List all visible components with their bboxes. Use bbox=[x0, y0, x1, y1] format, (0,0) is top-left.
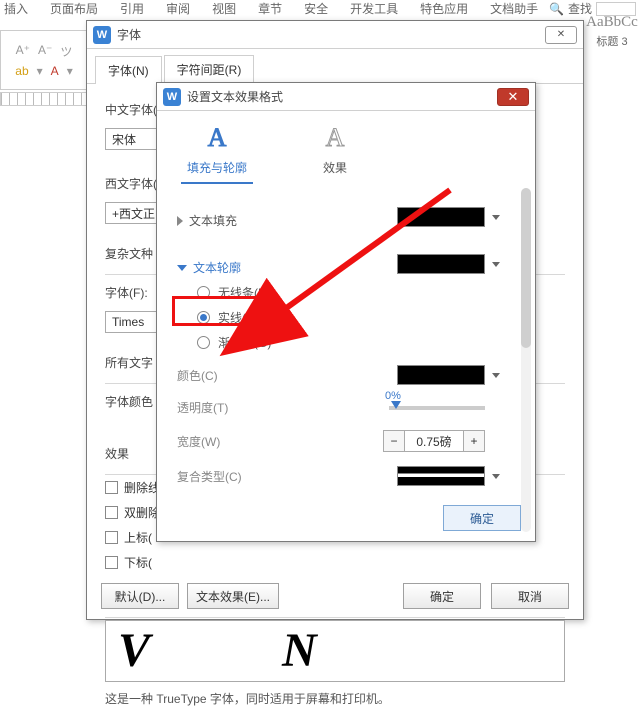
chevron-down-icon bbox=[492, 373, 500, 378]
button-default[interactable]: 默认(D)... bbox=[101, 583, 179, 609]
annotation-highlight bbox=[172, 296, 272, 326]
width-stepper[interactable]: − 0.75磅 + bbox=[383, 430, 485, 452]
label-all-text: 所有文字 bbox=[105, 354, 153, 371]
dialog-title: 设置文本效果格式 bbox=[187, 88, 497, 105]
close-button[interactable]: ✕ bbox=[545, 26, 577, 44]
toolbar-fragment: A⁺A⁻ツ ab▾A▾ bbox=[0, 30, 88, 90]
close-button[interactable]: ✕ bbox=[497, 88, 529, 106]
label-width: 宽度(W) bbox=[177, 433, 220, 450]
dialog-buttons: 默认(D)... 文本效果(E)... 确定 取消 bbox=[101, 583, 569, 609]
chevron-down-icon bbox=[492, 215, 500, 220]
chevron-down-icon bbox=[492, 474, 500, 479]
label-compound: 复合类型(C) bbox=[177, 468, 242, 485]
minus-button[interactable]: − bbox=[383, 430, 405, 452]
plus-button[interactable]: + bbox=[463, 430, 485, 452]
compound-type-picker[interactable] bbox=[397, 466, 485, 486]
preview-box: V N bbox=[105, 620, 565, 682]
outline-color-swatch[interactable] bbox=[397, 254, 485, 274]
app-icon: W bbox=[93, 26, 111, 44]
titlebar-font: W 字体 ✕ bbox=[87, 21, 583, 49]
label-color: 颜色(C) bbox=[177, 367, 218, 384]
transparency-slider[interactable]: 0% bbox=[389, 406, 485, 410]
chevron-down-icon bbox=[177, 265, 187, 271]
font-tabs: 字体(N) 字符间距(R) bbox=[87, 49, 583, 84]
button-cancel[interactable]: 取消 bbox=[491, 583, 569, 609]
checkbox-sub[interactable]: 下标( bbox=[105, 554, 565, 571]
chevron-down-icon bbox=[492, 262, 500, 267]
label-complex: 复杂文种 bbox=[105, 245, 153, 262]
label-transparency: 透明度(T) bbox=[177, 399, 228, 416]
letter-a-icon: A bbox=[326, 123, 345, 153]
label-effects: 效果 bbox=[105, 445, 129, 462]
radio-gradient-line[interactable]: 渐变线(G) bbox=[197, 334, 515, 351]
tab-fill-outline[interactable]: A 填充与轮廓 bbox=[181, 123, 253, 184]
button-text-effect[interactable]: 文本效果(E)... bbox=[187, 583, 279, 609]
tab-spacing[interactable]: 字符间距(R) bbox=[164, 55, 255, 83]
section-text-fill[interactable]: 文本填充 bbox=[177, 212, 237, 229]
color-picker[interactable] bbox=[397, 365, 485, 385]
dialog-title: 字体 bbox=[117, 26, 545, 43]
titlebar-effect: W 设置文本效果格式 ✕ bbox=[157, 83, 535, 111]
effect-tabs: A 填充与轮廓 A 效果 bbox=[157, 111, 535, 184]
style-preview: AaBbCc 标题 3 bbox=[584, 14, 640, 49]
app-menu: 插入页面布局引用审阅视图章节安全开发工具特色应用文档助手 bbox=[0, 0, 640, 14]
tab-font[interactable]: 字体(N) bbox=[95, 56, 162, 84]
app-icon: W bbox=[163, 88, 181, 106]
effect-dialog-footer: 确定 bbox=[443, 505, 521, 531]
scrollbar[interactable] bbox=[521, 188, 531, 532]
ruler bbox=[0, 92, 88, 106]
fill-color-swatch[interactable] bbox=[397, 207, 485, 227]
label-complex-font: 字体(F): bbox=[105, 284, 148, 301]
search-icon: 🔍 bbox=[549, 2, 564, 16]
tab-effects[interactable]: A 效果 bbox=[299, 123, 371, 184]
chevron-right-icon bbox=[177, 216, 183, 226]
label-font-color: 字体颜色 bbox=[105, 393, 153, 410]
width-value: 0.75磅 bbox=[405, 430, 463, 452]
section-text-outline[interactable]: 文本轮廓 bbox=[177, 259, 241, 276]
letter-a-outline-icon: A bbox=[208, 123, 227, 153]
button-ok[interactable]: 确定 bbox=[443, 505, 521, 531]
hint-text: 这是一种 TrueType 字体，同时适用于屏幕和打印机。 bbox=[105, 690, 565, 707]
button-ok[interactable]: 确定 bbox=[403, 583, 481, 609]
